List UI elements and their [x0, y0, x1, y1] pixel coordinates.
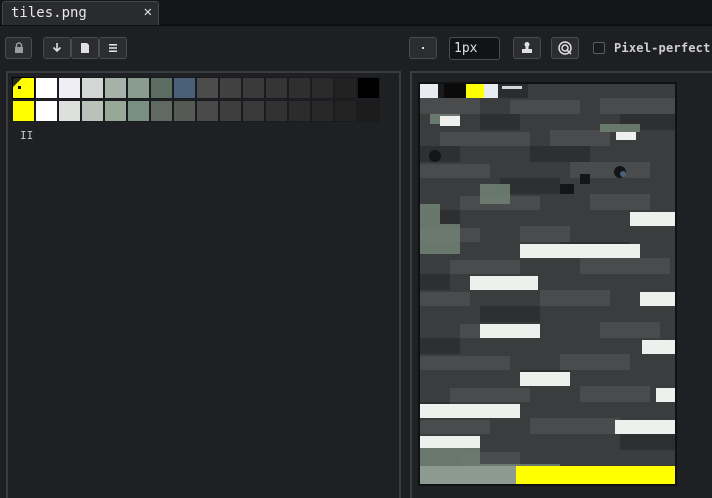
- palette-swatch[interactable]: [334, 100, 357, 122]
- palette-swatch[interactable]: [35, 77, 58, 99]
- palette-swatch[interactable]: [81, 77, 104, 99]
- palette-swatch[interactable]: [104, 77, 127, 99]
- stamp-button[interactable]: [513, 37, 541, 59]
- tab-bar: tiles.png ✕: [0, 0, 712, 26]
- canvas-panel: [410, 71, 712, 498]
- toolbar: [0, 27, 712, 67]
- tab-title: tiles.png: [11, 5, 87, 21]
- palette-swatch[interactable]: [127, 100, 150, 122]
- palette-swatch[interactable]: [35, 100, 58, 122]
- download-icon: [52, 43, 62, 53]
- zoom-input[interactable]: 1px: [449, 37, 500, 60]
- menu-button[interactable]: [99, 37, 127, 59]
- palette-swatch[interactable]: [196, 100, 219, 122]
- dot-icon: [422, 47, 424, 49]
- target-icon: [558, 41, 572, 55]
- palette-swatch[interactable]: [104, 100, 127, 122]
- close-icon[interactable]: ✕: [144, 4, 152, 20]
- palette-swatch[interactable]: [173, 77, 196, 99]
- palette-swatch[interactable]: [242, 77, 265, 99]
- pixel-tool-button[interactable]: [409, 37, 437, 59]
- download-button[interactable]: [43, 37, 71, 59]
- palette-swatch[interactable]: [58, 77, 81, 99]
- palette-swatch[interactable]: [288, 77, 311, 99]
- palette-swatch[interactable]: [127, 77, 150, 99]
- palette-swatch[interactable]: [357, 77, 380, 99]
- sprite-image: [420, 84, 675, 484]
- palette-slot-indicator: II: [20, 129, 34, 142]
- palette-swatch[interactable]: [12, 77, 35, 99]
- document-icon: [81, 43, 89, 53]
- document-button[interactable]: [71, 37, 99, 59]
- palette-swatch[interactable]: [219, 77, 242, 99]
- palette-swatch[interactable]: [173, 100, 196, 122]
- palette-swatch[interactable]: [334, 77, 357, 99]
- palette-swatch[interactable]: [58, 100, 81, 122]
- palette-swatch[interactable]: [311, 100, 334, 122]
- sprite-canvas[interactable]: [418, 82, 677, 486]
- palette-swatch[interactable]: [81, 100, 104, 122]
- tab-tiles-png[interactable]: tiles.png ✕: [2, 1, 159, 25]
- palette-swatch[interactable]: [265, 77, 288, 99]
- palette-swatch[interactable]: [265, 100, 288, 122]
- palette-swatch[interactable]: [219, 100, 242, 122]
- palette-swatch[interactable]: [196, 77, 219, 99]
- selected-marker-icon: [13, 78, 22, 89]
- pixel-perfect-checkbox[interactable]: [593, 42, 605, 54]
- palette-swatch[interactable]: [242, 100, 265, 122]
- target-button[interactable]: [551, 37, 579, 59]
- lock-icon: [14, 42, 23, 53]
- palette-swatch[interactable]: [357, 100, 380, 122]
- palette-swatch[interactable]: [12, 100, 35, 122]
- stamp-icon: [522, 42, 532, 53]
- lock-button[interactable]: [5, 37, 32, 59]
- palette-swatch[interactable]: [288, 100, 311, 122]
- palette-swatch[interactable]: [150, 77, 173, 99]
- palette-swatch[interactable]: [311, 77, 334, 99]
- menu-icon: [109, 44, 117, 52]
- palette-swatch[interactable]: [150, 100, 173, 122]
- pixel-perfect-label: Pixel-perfect: [614, 41, 711, 55]
- palette-panel: II: [6, 71, 401, 498]
